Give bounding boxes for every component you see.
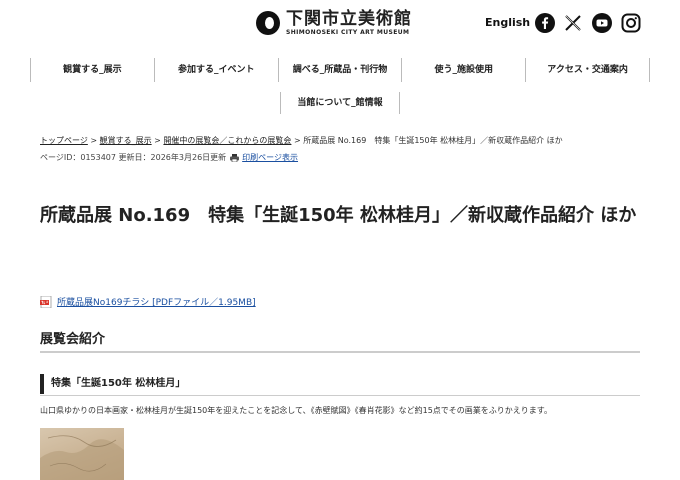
pdf-icon	[40, 295, 52, 308]
nav-item-facilities[interactable]: 使う_施設使用	[402, 58, 527, 82]
section-description: 山口県ゆかりの日本画家・松林桂月が生誕150年を迎えたことを記念して、《赤壁賦図…	[40, 406, 553, 415]
nav-item-collection[interactable]: 調べる_所蔵品・刊行物	[279, 58, 403, 82]
youtube-icon[interactable]	[592, 13, 612, 33]
page-id-text: ページID：0153407 更新日：2026年3月26日更新	[40, 153, 227, 162]
section-divider	[40, 351, 640, 353]
page-title: 所蔵品展 No.169 特集「生誕150年 松林桂月」／新収蔵作品紹介 ほか	[40, 205, 637, 226]
pdf-download: 所蔵品展No169チラシ [PDFファイル／1.95MB]	[40, 295, 256, 308]
logo-subtitle: SHIMONOSEKI CITY ART MUSEUM	[286, 29, 410, 36]
section-heading: 展覧会紹介	[40, 332, 106, 347]
logo-title: 下関市立美術館	[286, 9, 412, 29]
pdf-link[interactable]: 所蔵品展No169チラシ [PDFファイル／1.95MB]	[57, 295, 256, 308]
facebook-icon[interactable]	[535, 13, 555, 33]
english-link[interactable]: English	[485, 16, 530, 29]
page-meta: ページID：0153407 更新日：2026年3月26日更新 印刷ページ表示	[40, 152, 298, 163]
global-nav: 観賞する_展示 参加する_イベント 調べる_所蔵品・刊行物 使う_施設使用 アク…	[30, 58, 650, 82]
breadcrumb-link[interactable]: 観賞する_展示	[100, 136, 152, 145]
nav-item-about[interactable]: 当館について_館情報	[280, 92, 400, 114]
breadcrumb-link[interactable]: トップページ	[40, 136, 88, 145]
instagram-icon[interactable]	[621, 13, 641, 33]
nav-item-events[interactable]: 参加する_イベント	[155, 58, 279, 82]
sub-heading: 特集「生誕150年 松林桂月」	[40, 374, 640, 394]
x-icon[interactable]	[563, 13, 583, 33]
breadcrumb-separator: >	[151, 136, 164, 145]
print-icon	[230, 153, 240, 162]
print-page-link[interactable]: 印刷ページ表示	[242, 152, 298, 163]
breadcrumb: トップページ > 観賞する_展示 > 開催中の展覧会／これからの展覧会 > 所蔵…	[40, 135, 563, 146]
site-header: 下関市立美術館 SHIMONOSEKI CITY ART MUSEUM Engl…	[0, 0, 680, 50]
breadcrumb-separator: >	[87, 136, 100, 145]
nav-item-exhibitions[interactable]: 観賞する_展示	[30, 58, 155, 82]
nav-item-access[interactable]: アクセス・交通案内	[526, 58, 650, 82]
logo-mark-icon	[256, 11, 280, 35]
artwork-image	[40, 428, 124, 480]
breadcrumb-current: 所蔵品展 No.169 特集「生誕150年 松林桂月」／新収蔵作品紹介 ほか	[303, 136, 563, 145]
breadcrumb-link[interactable]: 開催中の展覧会／これからの展覧会	[163, 136, 291, 145]
sub-divider	[40, 395, 640, 396]
breadcrumb-separator: >	[291, 136, 304, 145]
museum-logo[interactable]: 下関市立美術館 SHIMONOSEKI CITY ART MUSEUM	[256, 10, 412, 36]
